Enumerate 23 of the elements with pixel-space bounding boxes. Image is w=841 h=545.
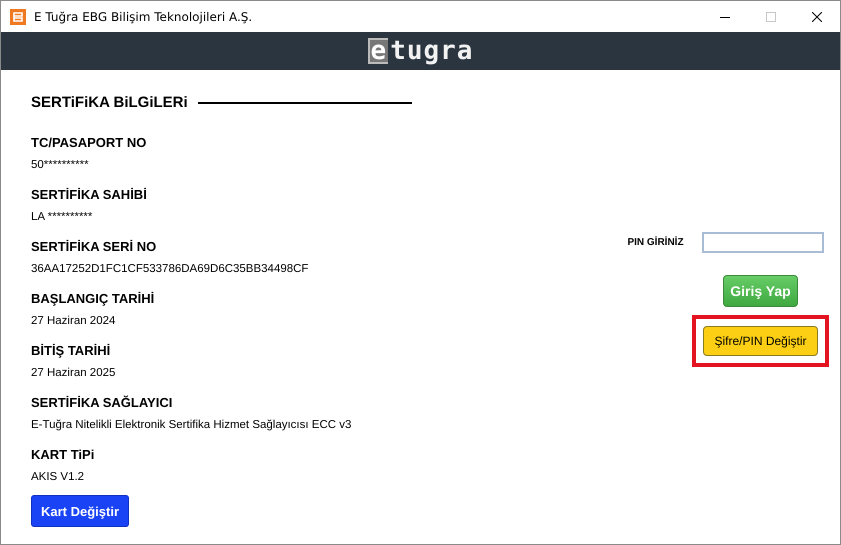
logo: etugra xyxy=(368,36,474,66)
field-label: SERTİFİKA SAHİBİ xyxy=(31,187,148,204)
field-value: E-Tuğra Nitelikli Elektronik Sertifika Hizmet Sağlayıcısı ECC v3 xyxy=(31,419,352,433)
field-value: LA ********** xyxy=(31,211,94,225)
field-label: TC/PASAPORT NO xyxy=(31,135,148,152)
field-value: 27 Haziran 2024 xyxy=(31,315,116,329)
field-label: SERTİFİKA SERİ NO xyxy=(31,239,158,256)
field-value: 36AA17252D1FC1CF533786DA69D6C35BB34498CF xyxy=(31,263,310,277)
field-label: KART TiPi xyxy=(31,447,96,464)
pin-input-field[interactable] xyxy=(702,232,824,253)
field-label: BİTİŞ TARİHİ xyxy=(31,343,112,360)
close-icon[interactable] xyxy=(812,12,822,22)
field-value: AKIS V1.2 xyxy=(31,471,86,485)
change-card-button[interactable]: Kart Değiştir xyxy=(31,495,130,527)
change-pin-button[interactable]: Şifre/PIN Değiştir xyxy=(703,326,818,356)
window-title: E Tuğra EBG Bilişim Teknolojileri A.Ş. xyxy=(34,10,254,24)
pin-label: PIN GİRİNİZ xyxy=(627,237,684,248)
section-heading: SERTiFiKA BiLGiLERi xyxy=(31,94,188,111)
field-label: BAŞLANGIÇ TARİHİ xyxy=(31,291,156,308)
field-label: SERTİFİKA SAĞLAYICI xyxy=(31,395,174,412)
field-value: 50********** xyxy=(31,159,90,173)
field-value: 27 Haziran 2025 xyxy=(31,367,116,381)
app-icon xyxy=(10,8,26,24)
